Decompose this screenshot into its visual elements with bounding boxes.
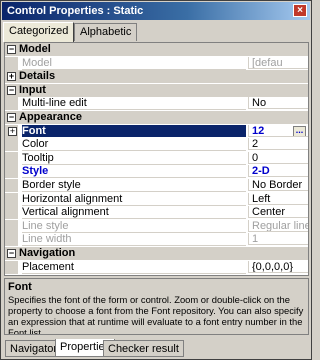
expand-icon[interactable]: + — [7, 72, 16, 81]
close-icon: × — [297, 5, 303, 16]
property-label: Model — [22, 57, 246, 70]
property-row-font[interactable]: + Font 12... — [5, 125, 308, 138]
window-title: Control Properties : Static — [7, 5, 144, 17]
property-value[interactable]: 2 — [248, 138, 308, 150]
property-row-multi-line-edit[interactable]: Multi-line edit No — [5, 97, 308, 110]
tab-navigator[interactable]: Navigator — [5, 340, 63, 357]
property-value-text: 2-D — [252, 165, 270, 177]
property-value[interactable]: [defau — [248, 57, 308, 69]
property-value-text: 2 — [252, 138, 259, 150]
category-label: Navigation — [19, 247, 76, 259]
property-value[interactable]: {0,0,0,0} — [248, 261, 308, 273]
row-gutter: + — [5, 125, 18, 138]
property-row-line-width[interactable]: Line width 1 — [5, 233, 308, 246]
property-grid: − Model Model [defau + Details − Input Multi-lin… — [4, 42, 309, 276]
category-details[interactable]: + Details — [5, 70, 308, 83]
property-value[interactable]: Center — [248, 206, 308, 218]
collapse-icon[interactable]: − — [7, 113, 16, 122]
category-label: Appearance — [19, 111, 82, 123]
category-label: Input — [19, 84, 46, 96]
row-gutter — [5, 193, 18, 206]
property-row-vertical-alignment[interactable]: Vertical alignment Center — [5, 206, 308, 219]
property-label: Vertical alignment — [22, 206, 246, 219]
property-value[interactable]: 2-D — [248, 165, 308, 177]
tab-checker-result[interactable]: Checker result — [103, 340, 184, 357]
row-gutter — [5, 179, 18, 192]
property-value-text: No Border — [252, 179, 303, 191]
category-appearance[interactable]: − Appearance — [5, 111, 308, 124]
row-gutter — [5, 165, 18, 178]
property-row-placement[interactable]: Placement {0,0,0,0} — [5, 261, 308, 274]
property-value-text: No — [252, 97, 267, 109]
tab-alphabetic[interactable]: Alphabetic — [74, 23, 138, 41]
properties-window: Control Properties : Static × Categorize… — [0, 0, 312, 360]
property-value-text: 1 — [252, 233, 259, 245]
row-gutter — [5, 57, 18, 70]
property-row-color[interactable]: Color 2 — [5, 138, 308, 151]
property-value-text: {0,0,0,0} — [252, 261, 293, 273]
property-label: Font — [22, 125, 246, 137]
property-label: Multi-line edit — [22, 97, 246, 110]
property-label: Placement — [22, 261, 246, 274]
bottom-tabs: Navigator Properties Checker result — [3, 339, 309, 358]
category-input[interactable]: − Input — [5, 84, 308, 97]
property-row-model[interactable]: Model [defau — [5, 57, 308, 70]
category-model[interactable]: − Model — [5, 43, 308, 56]
property-label: Tooltip — [22, 152, 246, 165]
category-navigation[interactable]: − Navigation — [5, 247, 308, 260]
property-value[interactable]: No Border — [248, 179, 308, 191]
property-value-text: Left — [252, 193, 271, 205]
property-value-text: 12 — [252, 125, 265, 137]
description-text: Specifies the font of the form or contro… — [8, 294, 304, 335]
property-value-text: [defau — [252, 57, 283, 69]
property-value[interactable]: Regular line — [248, 220, 308, 232]
property-label: Line width — [22, 233, 246, 246]
property-value-text: 0 — [252, 152, 259, 164]
category-label: Details — [19, 70, 56, 82]
property-label: Line style — [22, 220, 246, 233]
expand-icon[interactable]: + — [8, 127, 17, 136]
row-gutter — [5, 97, 18, 110]
property-value[interactable]: No — [248, 97, 308, 109]
browse-button[interactable]: ... — [293, 126, 306, 136]
property-row-tooltip[interactable]: Tooltip 0 — [5, 152, 308, 165]
property-row-line-style[interactable]: Line style Regular line — [5, 220, 308, 233]
row-gutter — [5, 220, 18, 233]
row-gutter — [5, 152, 18, 165]
property-value-text: Center — [252, 206, 286, 218]
row-gutter — [5, 233, 18, 246]
collapse-icon[interactable]: − — [7, 249, 16, 258]
property-value[interactable]: 12... — [248, 125, 308, 137]
view-tabs: Categorized Alphabetic — [3, 22, 309, 42]
close-button[interactable]: × — [293, 4, 307, 17]
property-row-horizontal-alignment[interactable]: Horizontal alignment Left — [5, 193, 308, 206]
property-label: Style — [22, 165, 246, 178]
category-label: Model — [19, 43, 51, 55]
property-label: Color — [22, 138, 246, 151]
property-value[interactable]: 1 — [248, 233, 308, 245]
row-gutter — [5, 206, 18, 219]
row-gutter — [5, 138, 18, 151]
collapse-icon[interactable]: − — [7, 86, 16, 95]
property-label: Border style — [22, 179, 246, 192]
property-label: Horizontal alignment — [22, 193, 246, 206]
property-value[interactable]: 0 — [248, 152, 308, 164]
collapse-icon[interactable]: − — [7, 45, 16, 54]
property-row-style[interactable]: Style 2-D — [5, 165, 308, 178]
description-title: Font — [8, 281, 32, 293]
row-gutter — [5, 261, 18, 274]
title-bar[interactable]: Control Properties : Static × — [2, 2, 310, 20]
tab-categorized[interactable]: Categorized — [3, 22, 75, 42]
property-value-text: Regular line — [252, 220, 308, 232]
description-panel: Font Specifies the font of the form or c… — [4, 278, 309, 335]
property-value[interactable]: Left — [248, 193, 308, 205]
property-row-border-style[interactable]: Border style No Border — [5, 179, 308, 192]
